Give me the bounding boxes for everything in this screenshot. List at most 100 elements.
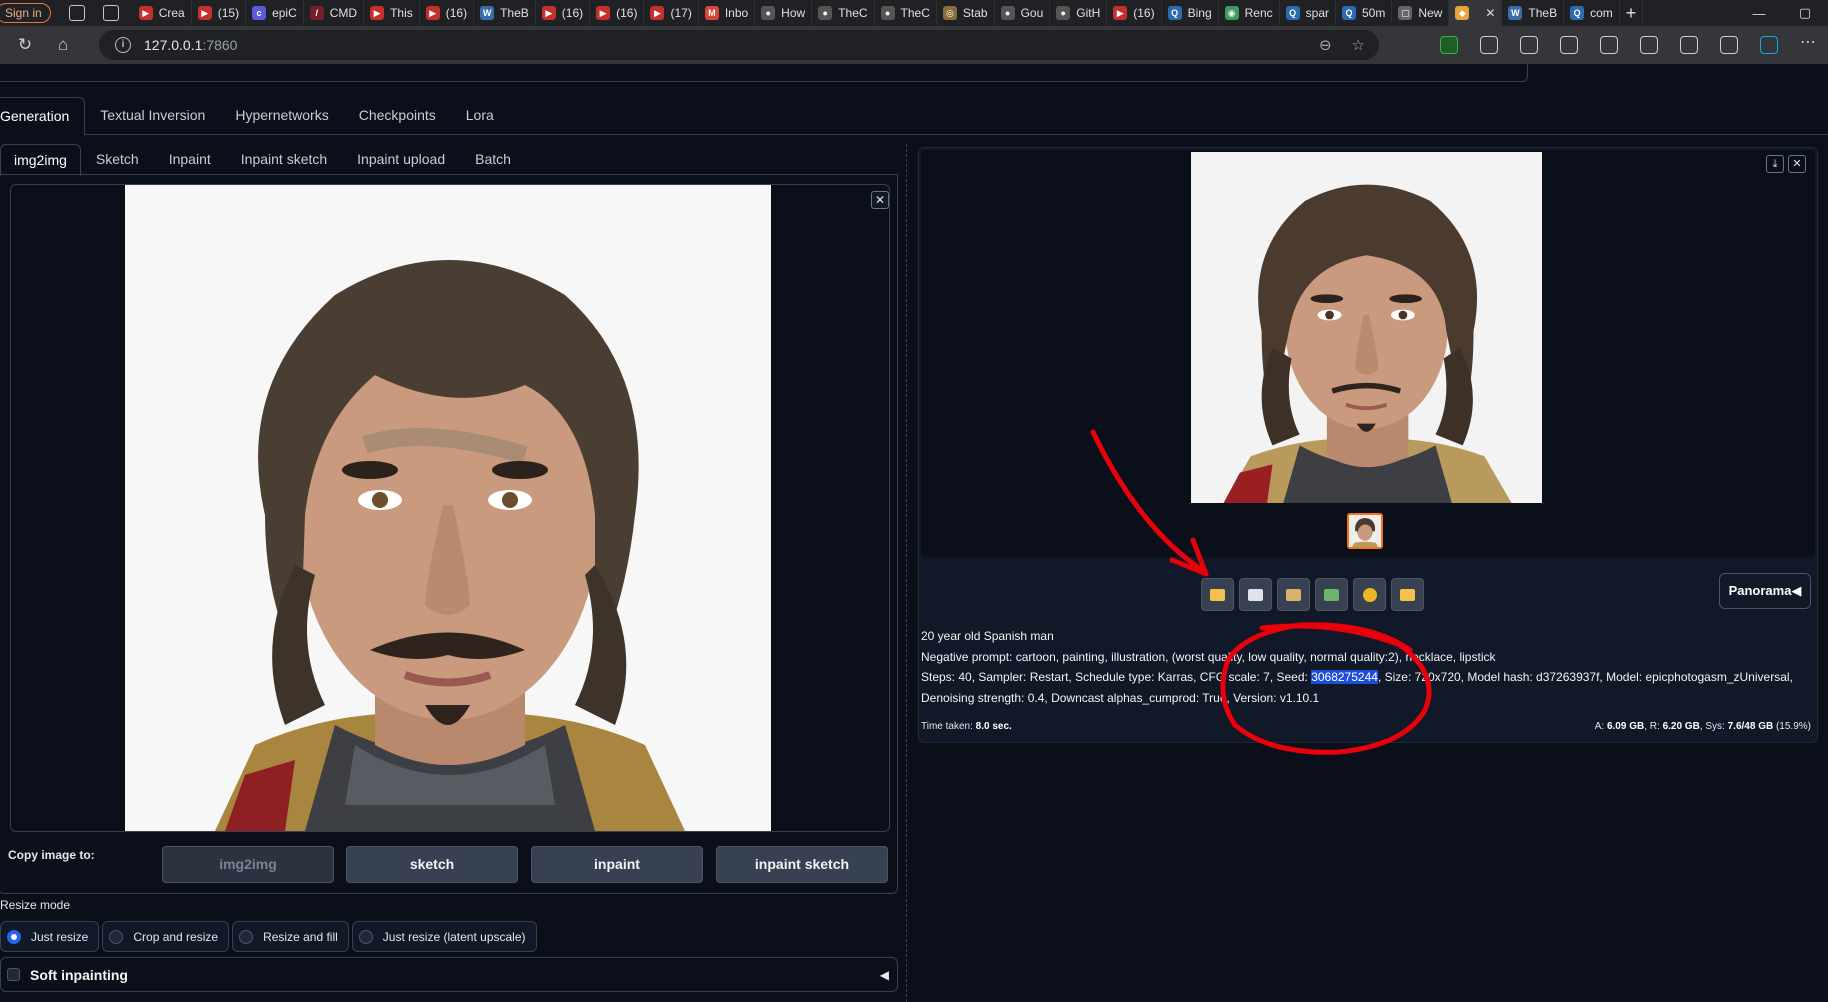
tab-actions-icon[interactable] [102,5,119,21]
tab-textual-inversion[interactable]: Textual Inversion [85,97,220,134]
output-gallery[interactable] [921,150,1815,557]
tab-sketch[interactable]: Sketch [81,144,154,174]
browser-tab[interactable]: ▶ (17) [644,0,699,26]
site-info-icon[interactable]: i [115,37,131,53]
browser-tab[interactable]: / CMD [304,0,365,26]
close-tab-icon[interactable]: ✕ [1485,6,1495,20]
browser-tab[interactable]: W TheB [1502,0,1565,26]
copy-to-inpaint-sketch-button[interactable]: inpaint sketch [716,846,888,883]
history-icon[interactable] [1640,36,1658,54]
copy-to-img2img-button[interactable]: img2img [162,846,334,883]
tab-favicon-icon: W [480,6,495,20]
tab-label: TheB [1528,6,1558,20]
collections-icon[interactable] [1600,36,1618,54]
minimize-icon[interactable]: — [1736,6,1782,21]
browser-tab[interactable]: Qcom [1564,0,1620,26]
close-gallery-icon[interactable]: ✕ [1788,155,1806,173]
browser-tab[interactable]: ● TheC [812,0,875,26]
thumbnail-illustration [1349,515,1381,547]
browser-tab[interactable]: c epiC [246,0,304,26]
soft-inpainting-checkbox[interactable] [7,968,20,981]
browser-tab[interactable]: ▶ (16) [1107,0,1162,26]
browser-tab[interactable]: ▶ (16) [590,0,645,26]
palette-button[interactable] [1353,578,1386,611]
copy-to-inpaint-button[interactable]: inpaint [531,846,703,883]
browser-tab[interactable]: ▶ (16) [420,0,475,26]
menu-icon[interactable]: ⋯ [1800,35,1818,54]
browser-tab[interactable]: Q 50m [1336,0,1393,26]
refresh-icon[interactable]: ↻ [16,36,34,54]
img2img-sub-tabs: img2img Sketch Inpaint Inpaint sketch In… [0,144,898,176]
collapse-triangle-icon[interactable]: ◀ [880,968,889,982]
browser-tab[interactable]: ▶ (16) [536,0,591,26]
tab-checkpoints[interactable]: Checkpoints [344,97,451,134]
radio-resize-and-fill[interactable]: Resize and fill [232,921,349,952]
url-text[interactable]: 127.0.0.1:7860 [144,37,237,53]
folder-button[interactable] [1201,578,1234,611]
browser-tab[interactable]: ▶ This [364,0,420,26]
extension-icon-1[interactable] [1440,36,1458,54]
parameters-prefix: Steps: 40, Sampler: Restart, Schedule ty… [921,670,1312,684]
home-icon[interactable]: ⌂ [54,36,72,54]
download-icon[interactable]: ⤓ [1766,155,1784,173]
browser-tab[interactable]: ▶ (15) [192,0,247,26]
ruler-button[interactable] [1391,578,1424,611]
browser-tab[interactable]: ● GitH [1050,0,1108,26]
close-icon[interactable]: ✕ [871,191,889,209]
tab-generation[interactable]: Generation [0,97,86,136]
browser-tab[interactable]: ▢ New [1392,0,1450,26]
browser-tab[interactable]: ● TheC [875,0,937,26]
time-taken-value: 8.0 sec. [975,721,1012,732]
performance-icon[interactable] [1720,36,1738,54]
tab-favicon-icon: Q [1285,6,1300,20]
panorama-button[interactable]: Panorama◀ [1719,573,1811,609]
tab-img2img[interactable]: img2img [0,144,81,176]
browser-tab[interactable]: ● Gou [995,0,1051,26]
browser-tab[interactable]: ● How [755,0,813,26]
tab-label: GitH [1076,6,1101,20]
browser-tab[interactable]: Q Bing [1162,0,1219,26]
zoom-icon[interactable]: ⊖ [1319,36,1332,54]
browser-tab[interactable]: ◎ Stab [937,0,995,26]
tab-favicon-icon: ▶ [370,6,385,20]
restore-icon[interactable]: ▢ [1782,5,1828,21]
address-bar[interactable]: i 127.0.0.1:7860 ⊖ ☆ [99,30,1379,60]
favorites-icon[interactable] [1560,36,1578,54]
browser-tab[interactable]: W TheB [474,0,536,26]
tab-label: (16) [561,6,584,20]
tab-inpaint-sketch[interactable]: Inpaint sketch [226,144,342,174]
radio-just-resize[interactable]: Just resize [0,921,100,952]
browser-tab[interactable]: M Inbo [699,0,756,26]
browser-tab[interactable]: Qspar [1280,0,1336,26]
edge-icon[interactable] [1760,36,1778,54]
zip-button[interactable] [1277,578,1310,611]
tab-batch[interactable]: Batch [460,144,526,174]
soft-inpainting-accordion[interactable]: Soft inpainting ◀ [0,957,898,992]
save-button[interactable] [1239,578,1272,611]
image-button[interactable] [1315,578,1348,611]
mem-r-value: 6.20 GB [1662,721,1700,732]
output-portrait-image[interactable] [1191,152,1542,503]
split-screen-icon[interactable] [1520,36,1538,54]
downloads-icon[interactable] [1680,36,1698,54]
tab-hypernetworks[interactable]: Hypernetworks [220,97,343,134]
gallery-thumbnail[interactable] [1347,513,1383,549]
radio-just-resize-latent[interactable]: Just resize (latent upscale) [351,921,537,952]
panel-resize-handle[interactable] [906,144,907,1002]
browser-tab[interactable]: ◉ Renc [1219,0,1280,26]
radio-crop-and-resize[interactable]: Crop and resize [102,921,230,952]
browser-tab[interactable]: ◆ ✕ [1449,0,1503,26]
favorite-star-icon[interactable]: ☆ [1352,36,1365,54]
browser-tab[interactable]: ▶ Crea [133,0,192,26]
new-tab-button[interactable]: + [1620,0,1644,26]
tab-inpaint[interactable]: Inpaint [154,144,226,174]
tab-label: New [1418,6,1443,20]
seed-value-selected[interactable]: 3068275244 [1311,670,1378,684]
tab-inpaint-upload[interactable]: Inpaint upload [342,144,460,174]
extensions-icon[interactable] [1480,36,1498,54]
workspaces-icon[interactable] [68,5,85,21]
tab-label: (17) [670,6,692,20]
tab-lora[interactable]: Lora [451,97,509,134]
copy-to-sketch-button[interactable]: sketch [346,846,518,883]
sign-in-button[interactable]: Sign in [0,3,51,23]
